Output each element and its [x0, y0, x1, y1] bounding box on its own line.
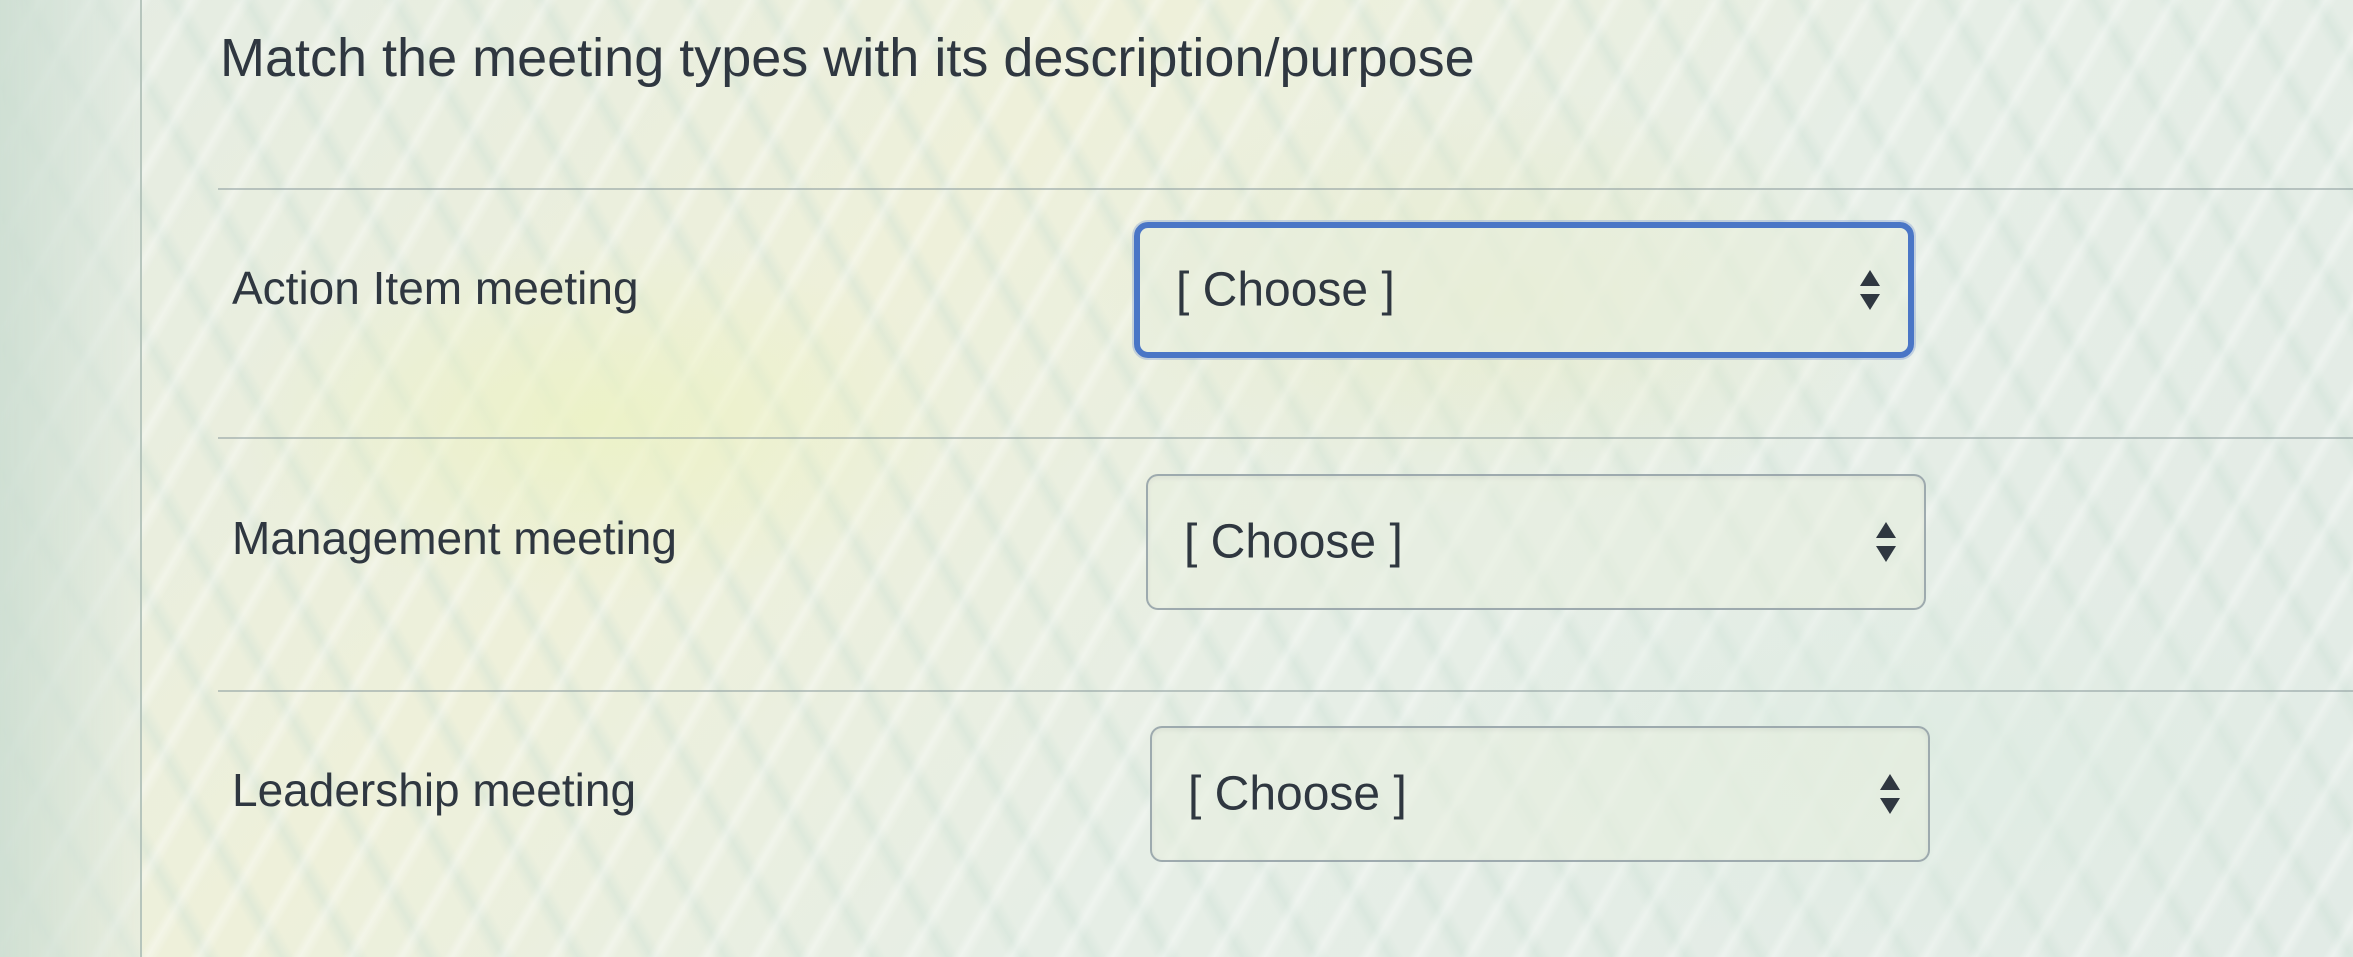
match-label-leadership: Leadership meeting	[232, 764, 637, 816]
up-down-chevron-icon	[1880, 774, 1900, 814]
up-down-chevron-icon	[1876, 522, 1896, 562]
match-label-action-item: Action Item meeting	[232, 262, 639, 314]
match-select-leadership[interactable]: [ Choose ]	[1150, 726, 1930, 862]
select-value: [ Choose ]	[1188, 767, 1407, 821]
page-left-gutter	[0, 0, 142, 957]
select-value: [ Choose ]	[1176, 263, 1395, 317]
divider-top	[218, 188, 2353, 190]
question-title: Match the meeting types with its descrip…	[220, 28, 1475, 88]
match-label-management: Management meeting	[232, 512, 677, 564]
divider-row-1	[218, 437, 2353, 439]
select-value: [ Choose ]	[1184, 515, 1403, 569]
divider-row-2	[218, 690, 2353, 692]
match-select-management[interactable]: [ Choose ]	[1146, 474, 1926, 610]
up-down-chevron-icon	[1860, 270, 1880, 310]
match-select-action-item[interactable]: [ Choose ]	[1134, 222, 1914, 358]
